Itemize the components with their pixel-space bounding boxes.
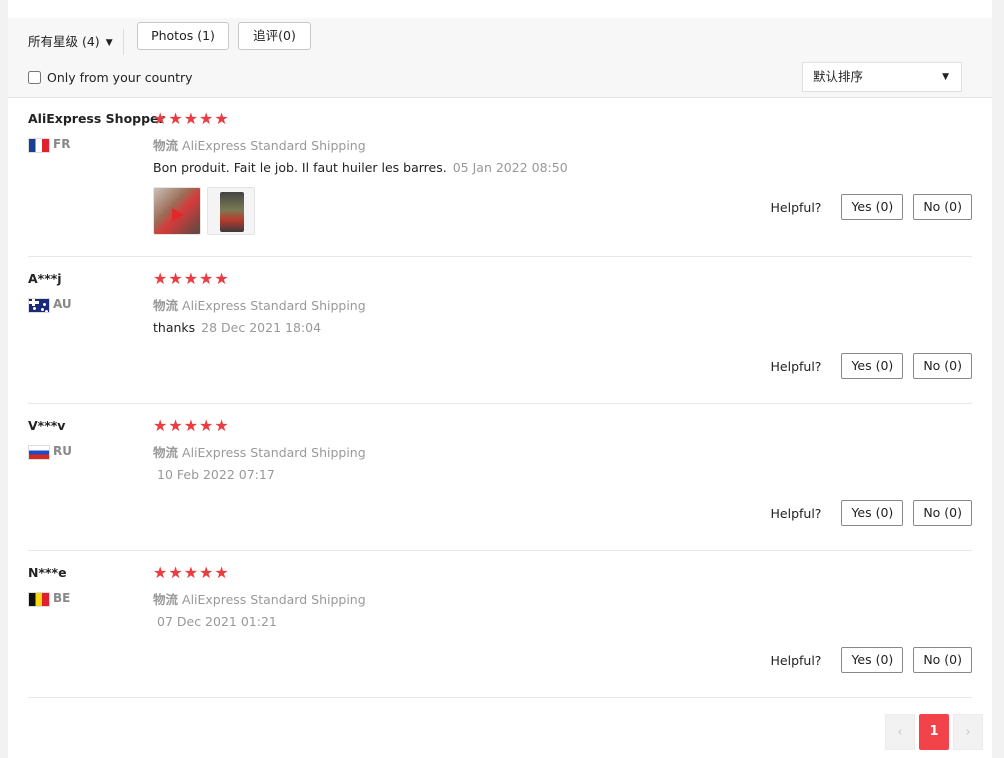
helpful-label: Helpful? [770,199,822,215]
reviewer-name: A***j [28,271,62,286]
helpful-yes-button[interactable]: Yes (0) [841,500,904,526]
helpful-yes-button[interactable]: Yes (0) [841,647,904,673]
sort-label: 默认排序 [813,69,864,84]
shipping-label: 物流 [153,445,179,460]
country-code: FR [53,137,71,151]
helpful-label: Helpful? [770,652,822,668]
review-photo-thumbnail[interactable] [207,187,255,235]
review-content: thanks 28 Dec 2021 18:04 [153,320,321,335]
shipping-label: 物流 [153,298,179,313]
photos-filter-button[interactable]: Photos (1) [137,22,229,50]
helpful-yes-button[interactable]: Yes (0) [841,194,904,220]
star-filter-dropdown[interactable]: 所有星级 (4) ▼ [28,29,124,55]
shipping-method: AliExpress Standard Shipping [182,592,366,607]
review-content: Bon produit. Fait le job. Il faut huiler… [153,160,568,175]
helpful-vote: Helpful? Yes (0) No (0) [771,194,972,220]
flag-ru-icon [28,445,50,460]
shipping-info: 物流 AliExpress Standard Shipping [153,295,366,314]
review-photos [153,187,261,235]
flag-fr-icon [28,138,50,153]
helpful-no-button[interactable]: No (0) [913,500,972,526]
helpful-vote: Helpful? Yes (0) No (0) [771,353,972,379]
helpful-no-button[interactable]: No (0) [913,647,972,673]
shipping-info: 物流 AliExpress Standard Shipping [153,589,366,608]
helpful-vote: Helpful? Yes (0) No (0) [771,647,972,673]
page-1-button[interactable]: 1 [919,714,949,750]
helpful-vote: Helpful? Yes (0) No (0) [771,500,972,526]
country-checkbox[interactable] [28,71,41,84]
chevron-down-icon: ▼ [105,37,113,48]
helpful-label: Helpful? [770,505,822,521]
country-filter-label: Only from your country [47,70,193,85]
review-item: AliExpress Shopper FR ★★★★★ 物流 AliExpress… [28,97,972,257]
shipping-info: 物流 AliExpress Standard Shipping [153,135,366,154]
country-filter[interactable]: Only from your country [28,70,193,85]
sort-dropdown[interactable]: 默认排序 ▼ [802,62,962,92]
review-item: V***v RU ★★★★★ 物流 AliExpress Standard Shi… [28,404,972,551]
review-filter-toolbar: 所有星级 (4) ▼ Photos (1) 追评(0) Only from you… [8,18,992,98]
shipping-method: AliExpress Standard Shipping [182,138,366,153]
helpful-no-button[interactable]: No (0) [913,353,972,379]
pagination: ‹ 1 › [881,714,983,750]
rating-stars: ★★★★★ [153,109,230,128]
reviews-panel: 所有星级 (4) ▼ Photos (1) 追评(0) Only from you… [8,0,992,758]
review-date: 10 Feb 2022 07:17 [157,467,275,482]
shipping-info: 物流 AliExpress Standard Shipping [153,442,366,461]
review-date: 07 Dec 2021 01:21 [157,614,277,629]
star-filter-label: 所有星级 (4) [28,34,100,49]
chevron-right-icon[interactable]: › [953,714,983,750]
rating-stars: ★★★★★ [153,563,230,582]
shipping-method: AliExpress Standard Shipping [182,298,366,313]
reviewer-name: V***v [28,418,66,433]
review-text: thanks [153,320,196,335]
chevron-left-icon[interactable]: ‹ [885,714,915,750]
review-content: 10 Feb 2022 07:17 [153,467,275,482]
reviewer-name: N***e [28,565,67,580]
shipping-label: 物流 [153,592,179,607]
review-photo-thumbnail[interactable] [153,187,201,235]
country-code: AU [53,297,72,311]
helpful-no-button[interactable]: No (0) [913,194,972,220]
rating-stars: ★★★★★ [153,416,230,435]
review-date: 28 Dec 2021 18:04 [201,320,322,335]
reviewer-name: AliExpress Shopper [28,111,165,126]
helpful-label: Helpful? [770,358,822,374]
country-code: RU [53,444,72,458]
review-date: 05 Jan 2022 08:50 [452,160,568,175]
followup-filter-button[interactable]: 追评(0) [238,22,311,50]
shipping-method: AliExpress Standard Shipping [182,445,366,460]
review-content: 07 Dec 2021 01:21 [153,614,277,629]
helpful-yes-button[interactable]: Yes (0) [841,353,904,379]
review-item: N***e BE ★★★★★ 物流 AliExpress Standard Shi… [28,551,972,698]
review-item: A***j AU ★★★★★ 物流 AliExpress Standard Shi… [28,257,972,404]
chevron-down-icon: ▼ [942,72,949,82]
country-code: BE [53,591,71,605]
review-text: Bon produit. Fait le job. Il faut huiler… [153,160,447,175]
shipping-label: 物流 [153,138,179,153]
flag-au-icon [28,298,50,313]
rating-stars: ★★★★★ [153,269,230,288]
flag-be-icon [28,592,50,607]
